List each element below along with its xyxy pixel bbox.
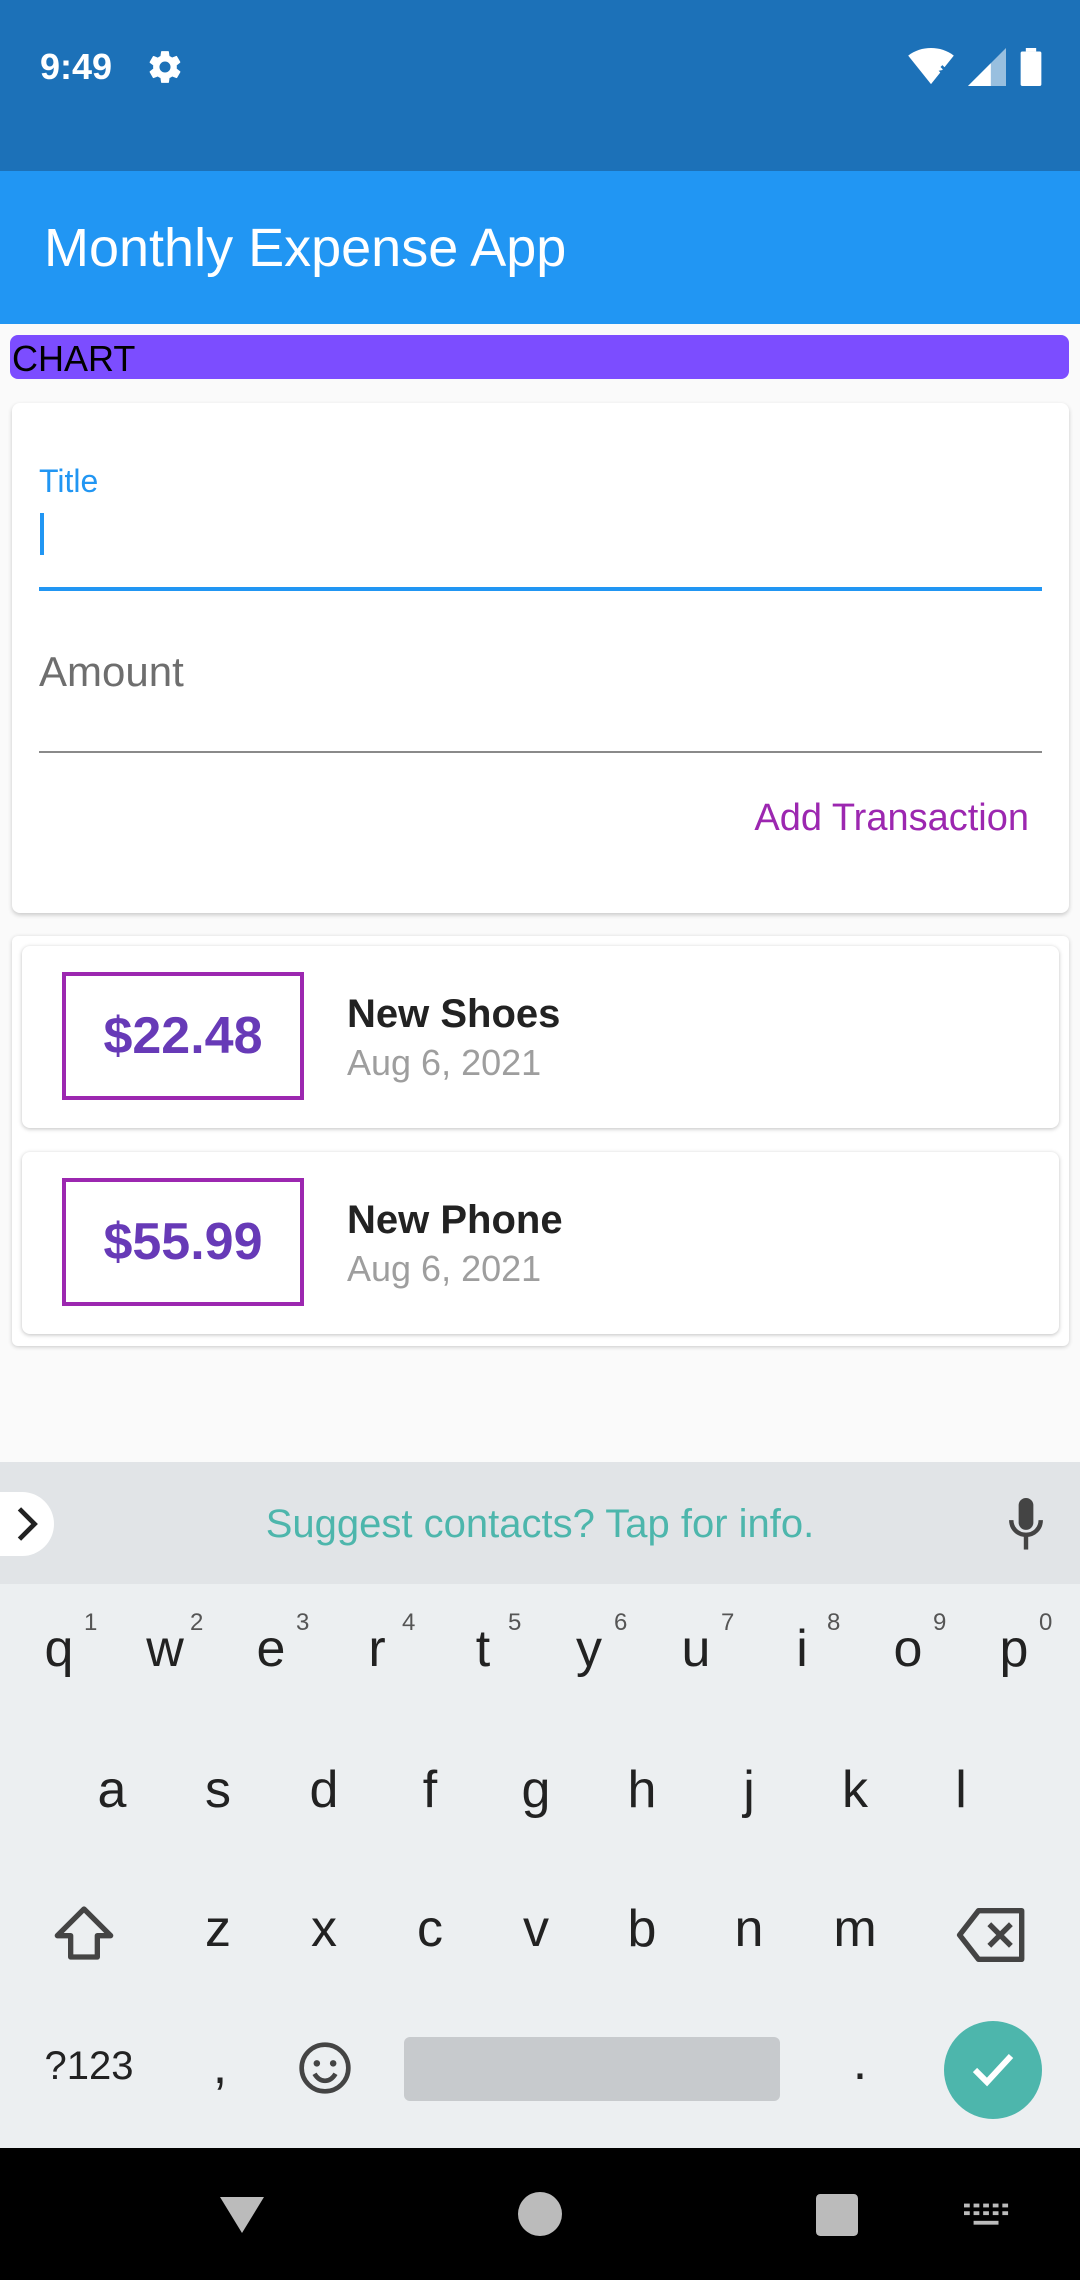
key-g[interactable]: g [496,1760,576,1820]
battery-icon [1020,48,1042,86]
amount-field[interactable]: Amount [39,648,184,696]
wifi-off-icon [908,48,954,85]
key-z[interactable]: z [178,1899,258,1959]
key-hint: 4 [402,1609,416,1636]
gear-icon [149,51,181,83]
transaction-card[interactable]: $55.99 New Phone Aug 6, 2021 [22,1152,1059,1334]
home-icon[interactable] [518,2192,562,2236]
key-hint: 2 [190,1609,204,1636]
key-hint: 1 [84,1609,98,1636]
key-b[interactable]: b [602,1899,682,1959]
key-hint: 9 [933,1609,947,1636]
amount-field-underline [39,751,1042,753]
key-j[interactable]: j [709,1760,789,1820]
transaction-title: New Shoes [347,992,561,1036]
key-h[interactable]: h [602,1760,682,1820]
symbols-key[interactable]: ?123 [44,2044,134,2089]
amount-badge: $22.48 [62,972,304,1100]
shift-icon[interactable] [52,1903,116,1963]
key-n[interactable]: n [709,1899,789,1959]
chart-placeholder: CHART [10,335,1069,379]
transaction-date: Aug 6, 2021 [347,1042,542,1083]
amount-badge: $55.99 [62,1178,304,1306]
key-x[interactable]: x [284,1899,364,1959]
suggestion-text[interactable]: Suggest contacts? Tap for info. [0,1502,1080,1547]
app-title: Monthly Expense App [44,218,567,278]
title-field-label: Title [39,463,99,499]
key-c[interactable]: c [390,1899,470,1959]
transaction-title: New Phone [347,1198,563,1242]
enter-key[interactable] [944,2021,1042,2119]
key-hint: 8 [827,1609,841,1636]
key-l[interactable]: l [921,1760,1001,1820]
key-k[interactable]: k [815,1760,895,1820]
back-icon[interactable] [218,2194,266,2236]
navigation-bar [0,2148,1080,2280]
key-a[interactable]: a [72,1760,152,1820]
signal-icon [968,48,1006,86]
add-transaction-button[interactable]: Add Transaction [754,797,1029,840]
key-hint: 0 [1039,1609,1053,1636]
key-hint: 6 [614,1609,628,1636]
soft-keyboard: Suggest contacts? Tap for info. q1w2e3r4… [0,1462,1080,2148]
transaction-amount: $22.48 [103,1007,263,1065]
emoji-icon[interactable] [297,2040,353,2096]
key-hint: 5 [508,1609,522,1636]
suggestion-strip: Suggest contacts? Tap for info. [0,1462,1080,1584]
title-field[interactable] [39,587,1042,591]
space-key[interactable] [404,2037,780,2101]
transaction-amount: $55.99 [103,1213,263,1271]
new-transaction-form: Title Amount Add Transaction [12,403,1069,913]
transaction-card[interactable]: $22.48 New Shoes Aug 6, 2021 [22,946,1059,1128]
status-icons [908,48,1042,86]
keyboard-icon[interactable] [964,2202,1010,2232]
recents-icon[interactable] [816,2194,858,2236]
key-d[interactable]: d [284,1760,364,1820]
transaction-list[interactable]: $22.48 New Shoes Aug 6, 2021 $55.99 New … [12,936,1069,1346]
key-m[interactable]: m [815,1899,895,1959]
mic-icon[interactable] [1004,1498,1048,1552]
comma-key[interactable]: , [180,2036,260,2096]
key-s[interactable]: s [178,1760,258,1820]
transaction-date: Aug 6, 2021 [347,1248,542,1289]
status-bar: 9:49 [0,0,1080,171]
text-cursor [40,513,44,555]
key-hint: 7 [721,1609,735,1636]
period-key[interactable]: . [820,2032,900,2092]
key-f[interactable]: f [390,1760,470,1820]
check-icon [972,2053,1014,2087]
status-time: 9:49 [40,46,113,87]
app-bar: Monthly Expense App [0,171,1080,324]
key-v[interactable]: v [496,1899,576,1959]
chart-label: CHART [12,338,136,379]
key-hint: 3 [296,1609,310,1636]
backspace-icon[interactable] [956,1908,1028,1962]
